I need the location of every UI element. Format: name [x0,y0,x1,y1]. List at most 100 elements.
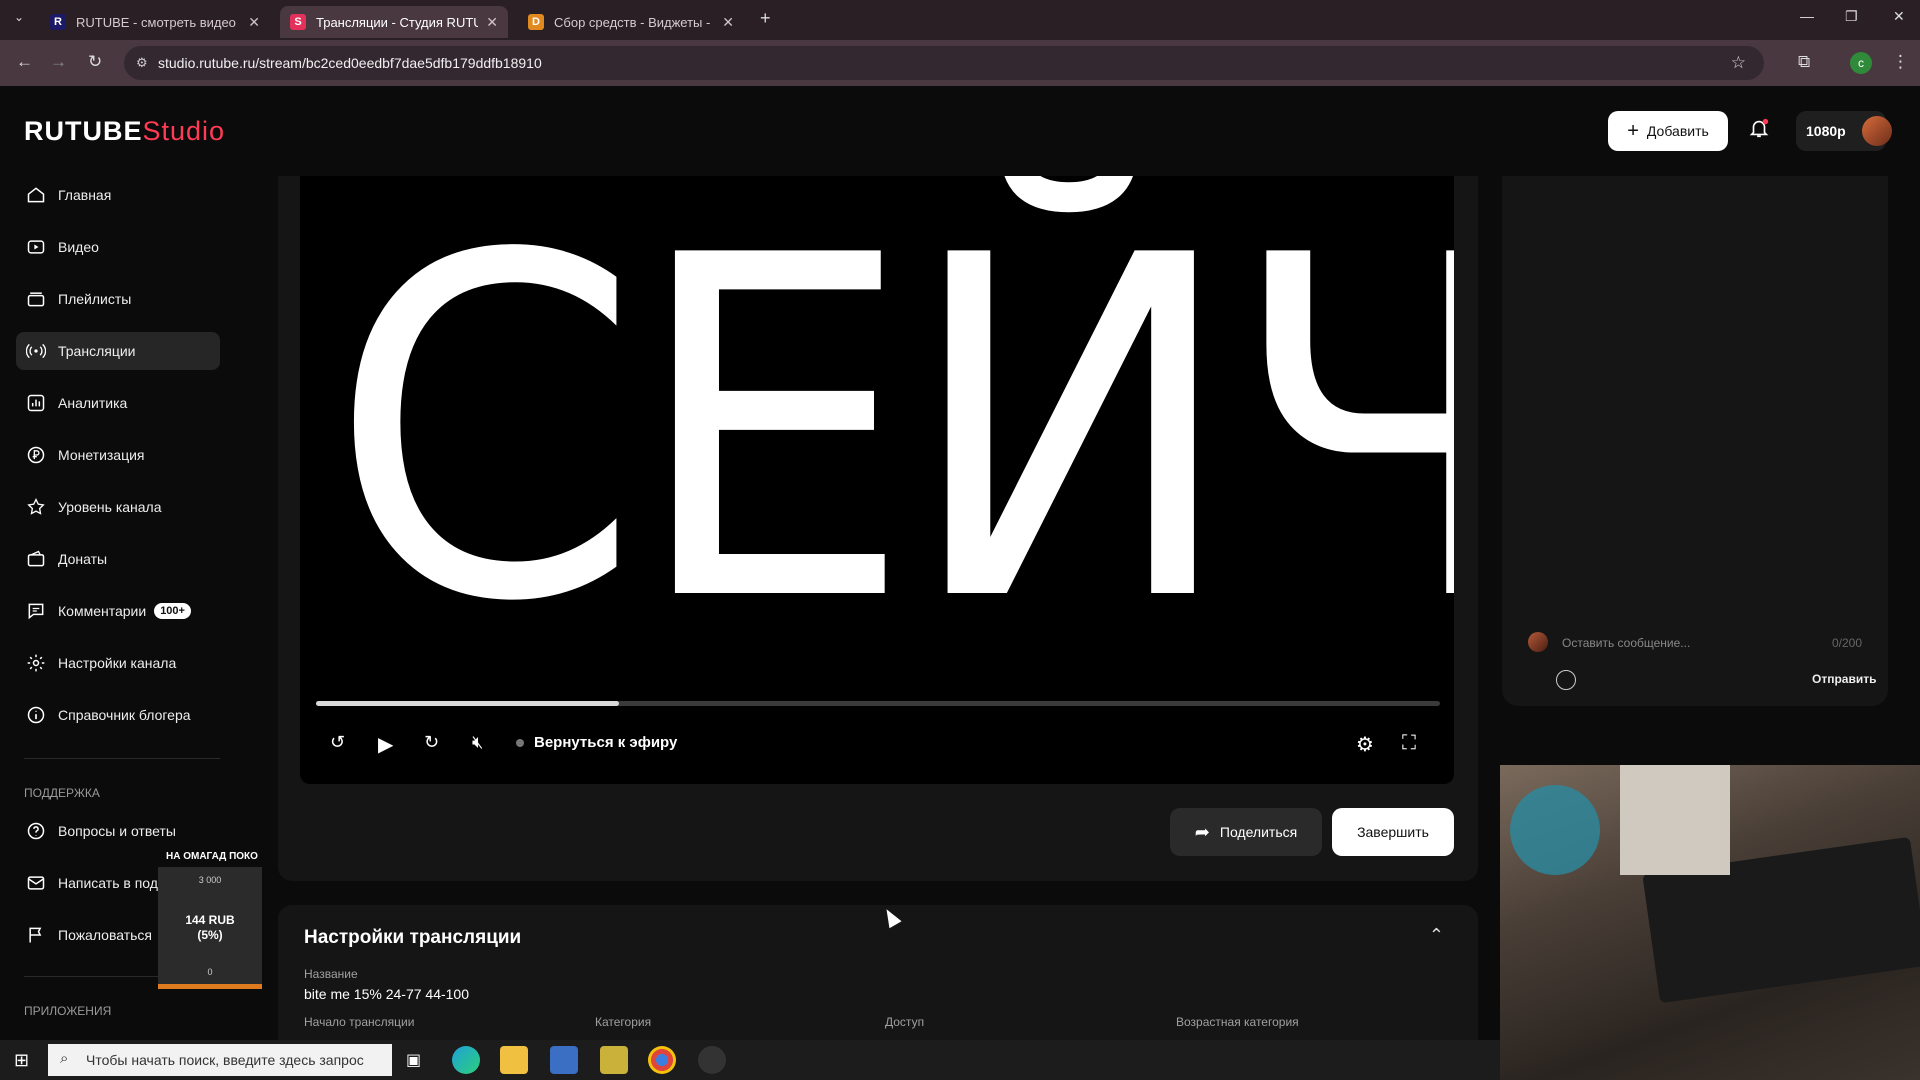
chat-message-input[interactable]: Оставить сообщение... [1562,636,1690,650]
playback-progress-bar[interactable] [316,701,1440,706]
donation-favicon-icon: D [528,14,544,30]
sidebar-item-blogger-guide[interactable]: Справочник блогера [16,696,220,734]
address-bar-row: ← → ↻ ⚙ studio.rutube.ru/stream/bc2ced0e… [0,40,1920,86]
settings-gear-icon[interactable]: ⚙ [1356,732,1374,757]
app-icon[interactable] [600,1046,628,1074]
extensions-icon[interactable]: ⧉ [1798,52,1810,72]
sidebar-item-label: Комментарии [58,603,147,619]
play-icon[interactable]: ▶ [378,732,393,757]
sidebar-item-playlists[interactable]: Плейлисты [16,280,220,318]
rutube-favicon-icon: R [50,14,66,30]
share-button[interactable]: ➦ Поделиться [1170,808,1322,856]
tab-title: Сбор средств - Виджеты - Don [554,14,714,30]
file-explorer-icon[interactable] [500,1046,528,1074]
sidebar-item-donations[interactable]: Донаты [16,540,220,578]
restore-icon[interactable]: ❐ [1845,8,1858,25]
sidebar-item-monetization[interactable]: Монетизация [16,436,220,474]
sidebar-item-broadcasts[interactable]: Трансляции [16,332,220,370]
task-view-icon[interactable]: ▣ [406,1050,421,1070]
sidebar-item-home[interactable]: Главная [16,176,220,214]
minimize-icon[interactable]: — [1800,8,1814,24]
access-label: Доступ [885,1015,925,1029]
share-label: Поделиться [1219,824,1298,840]
fullscreen-icon[interactable]: ⛶ [1402,732,1416,755]
tab-donation[interactable]: D Сбор средств - Виджеты - Don ✕ [518,6,744,38]
new-tab-icon[interactable]: + [760,8,771,29]
chat-panel: Оставить сообщение... 0/200 Отправить [1502,176,1888,706]
windows-start-icon[interactable]: ⊞ [14,1050,29,1071]
tab-title: RUTUBE - смотреть видео онл [76,14,240,30]
name-value: bite me 15% 24-77 44-100 [304,986,469,1002]
obs-icon[interactable] [698,1046,726,1074]
back-to-live-button[interactable]: Вернуться к эфиру [516,734,677,751]
close-tab-icon[interactable]: ✕ [486,14,498,31]
rutube-studio-logo[interactable]: RUTUBEStudio [24,116,225,147]
taskbar-search-field[interactable]: ⌕ Чтобы начать поиск, введите здесь запр… [48,1044,392,1076]
donation-amount-value: 144 RUB [185,913,235,927]
tab-list-chevron-icon[interactable]: ⌄ [14,10,24,24]
url-field[interactable]: ⚙ studio.rutube.ru/stream/bc2ced0eedbf7d… [124,46,1764,80]
site-info-icon[interactable]: ⚙ [136,55,148,71]
home-icon [27,187,45,203]
close-tab-icon[interactable]: ✕ [248,14,260,31]
video-player[interactable]: СЕЙЧАС [300,176,1454,784]
paper-image [1620,765,1730,875]
donation-amount: 144 RUB (5%) [158,913,262,943]
sidebar-item-channel-settings[interactable]: Настройки канала [16,644,220,682]
gear-icon [27,654,45,672]
chat-char-counter: 0/200 [1832,636,1863,650]
tab-studio[interactable]: S Трансляции - Студия RUTUBE ✕ [280,6,508,38]
category-label: Категория [595,1015,652,1029]
sidebar-item-label: Вопросы и ответы [58,823,176,839]
chrome-icon[interactable] [648,1046,676,1074]
mail-icon [27,876,45,890]
sidebar-item-faq[interactable]: Вопросы и ответы [16,812,220,850]
sidebar-item-channel-level[interactable]: Уровень канала [16,488,220,526]
sidebar-divider [24,758,220,759]
donation-percent: (5%) [197,928,223,942]
wallet-icon [27,550,45,567]
close-tab-icon[interactable]: ✕ [722,14,734,31]
browser-menu-icon[interactable]: ⋮ [1892,52,1909,72]
tab-title: Трансляции - Студия RUTUBE [316,14,479,30]
sidebar-item-video[interactable]: Видео [16,228,220,266]
finish-stream-button[interactable]: Завершить [1332,808,1454,856]
mute-icon[interactable]: 🔇︎ [472,732,483,753]
comments-count-badge: 100+ [154,603,191,619]
share-icon: ➦ [1194,821,1210,842]
reload-icon[interactable]: ↻ [88,52,102,72]
playlist-icon [27,292,45,307]
forward-10-icon[interactable]: ↻ [424,732,439,753]
tab-rutube[interactable]: R RUTUBE - смотреть видео онл ✕ [40,6,270,38]
ruble-icon [27,446,45,464]
info-icon [27,706,45,724]
chevron-up-icon[interactable]: ⌃ [1429,925,1444,946]
sidebar-item-analytics[interactable]: Аналитика [16,384,220,422]
stream-settings-panel: Настройки трансляции ⌃ Название bite me … [278,905,1478,1040]
stream-overlay-text: СЕЙЧАС [328,176,1454,704]
forward-icon[interactable]: → [50,52,67,72]
user-avatar[interactable] [1862,116,1892,146]
rewind-10-icon[interactable]: ↺ [330,732,345,753]
sidebar-item-label: Уровень канала [58,499,162,515]
webcam-overlay [1500,765,1920,1080]
sidebar-item-comments[interactable]: Комментарии 100+ [16,592,220,630]
sidebar-item-label: Аналитика [58,395,128,411]
studio-favicon-icon: S [290,14,306,30]
taskbar-search-placeholder: Чтобы начать поиск, введите здесь запрос [86,1052,364,1068]
bell-icon[interactable] [1748,116,1770,140]
add-button[interactable]: + Добавить [1608,111,1728,151]
close-window-icon[interactable]: ✕ [1893,8,1905,25]
sidebar-item-label: Главная [58,187,112,203]
send-button[interactable]: Отправить [1812,672,1876,686]
emoji-icon[interactable] [1556,670,1576,690]
store-icon[interactable] [550,1046,578,1074]
logo-studio: Studio [142,116,226,146]
back-icon[interactable]: ← [16,52,33,72]
apps-section-title: ПРИЛОЖЕНИЯ [24,1004,112,1018]
analytics-icon [27,394,45,412]
edge-icon[interactable] [452,1046,480,1074]
name-label: Название [304,967,358,981]
bookmark-star-icon[interactable]: ☆ [1731,53,1746,73]
profile-avatar[interactable]: c [1850,52,1872,74]
